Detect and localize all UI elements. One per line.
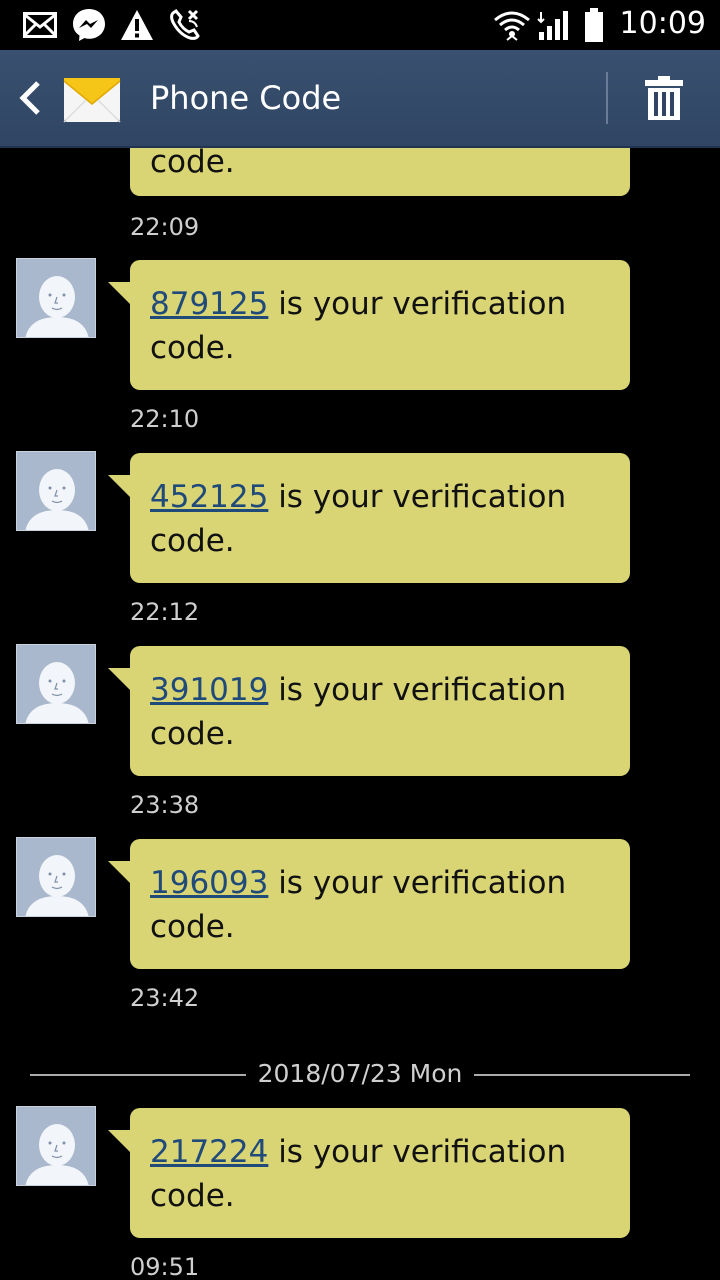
verification-code-link[interactable]: 196093	[150, 865, 268, 901]
clock: 10:09	[619, 6, 706, 41]
message-time: 22:09	[130, 213, 200, 241]
back-icon	[19, 81, 40, 115]
missed-call-icon	[166, 6, 206, 44]
messenger-icon	[70, 6, 108, 44]
message-bubble[interactable]: 452125 is your verification code.	[108, 453, 630, 583]
back-button[interactable]	[12, 78, 48, 118]
person-icon	[25, 1124, 89, 1185]
verification-code-link[interactable]: 391019	[150, 672, 268, 708]
message-time: 23:42	[130, 984, 200, 1012]
message-time: 09:51	[130, 1253, 200, 1280]
message-time: 22:10	[130, 405, 200, 433]
person-icon	[25, 276, 89, 337]
contact-avatar[interactable]	[16, 837, 96, 917]
message-bubble[interactable]: 391019 is your verification code.	[108, 646, 630, 776]
date-label: 2018/07/23 Mon	[245, 1059, 475, 1088]
message-bubble[interactable]: 879125 is your verification code.	[108, 260, 630, 390]
warning-icon	[118, 6, 156, 44]
divider	[606, 72, 608, 124]
messaging-app-icon	[62, 68, 122, 128]
wifi-icon	[492, 6, 532, 44]
message-text: code.	[150, 148, 235, 180]
conversation-title: Phone Code	[150, 79, 342, 117]
trash-icon	[645, 76, 683, 120]
contact-avatar[interactable]	[16, 258, 96, 338]
message-time: 22:12	[130, 598, 200, 626]
contact-avatar[interactable]	[16, 1106, 96, 1186]
person-icon	[25, 662, 89, 723]
message-list[interactable]: code. 22:09 879125 is your verification …	[0, 148, 720, 1280]
verification-code-link[interactable]: 879125	[150, 286, 268, 322]
contact-avatar[interactable]	[16, 644, 96, 724]
message-bubble[interactable]: code.	[130, 148, 630, 196]
mail-icon	[22, 6, 58, 44]
contact-avatar[interactable]	[16, 451, 96, 531]
signal-icon	[536, 6, 572, 44]
delete-button[interactable]	[636, 70, 692, 126]
status-bar: 10:09	[0, 0, 720, 50]
action-bar: Phone Code	[0, 50, 720, 148]
message-bubble[interactable]: 196093 is your verification code.	[108, 839, 630, 969]
verification-code-link[interactable]: 217224	[150, 1134, 268, 1170]
battery-icon	[582, 6, 606, 44]
verification-code-link[interactable]: 452125	[150, 479, 268, 515]
date-separator: 2018/07/23 Mon	[30, 1059, 690, 1089]
person-icon	[25, 469, 89, 530]
person-icon	[25, 855, 89, 916]
message-bubble[interactable]: 217224 is your verification code.	[108, 1108, 630, 1238]
message-time: 23:38	[130, 791, 200, 819]
